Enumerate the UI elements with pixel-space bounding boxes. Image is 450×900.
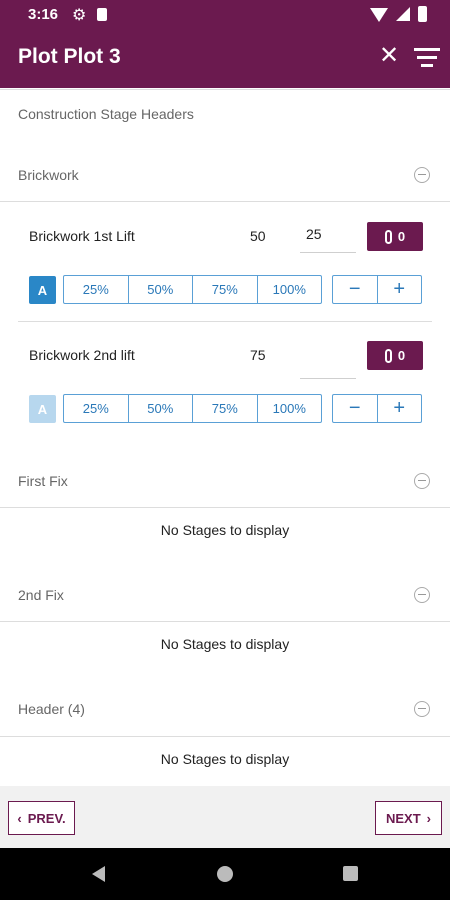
divider <box>0 621 450 622</box>
percent-75-button[interactable]: 75% <box>193 276 258 303</box>
chevron-left-icon: ‹ <box>17 810 22 826</box>
status-time: 3:16 <box>28 6 59 23</box>
collapse-icon[interactable] <box>414 701 430 717</box>
section-label: First Fix <box>18 473 68 489</box>
attachment-count: 0 <box>397 229 406 244</box>
close-icon[interactable]: ✕ <box>379 42 399 70</box>
divider <box>0 507 450 508</box>
filter-icon[interactable] <box>414 48 440 68</box>
stage-input[interactable] <box>300 345 356 379</box>
attachment-count: 0 <box>397 348 406 363</box>
percent-button-group: 25% 50% 75% 100% <box>63 394 322 423</box>
system-nav-bar <box>0 848 450 900</box>
decrement-button[interactable]: − <box>333 395 378 422</box>
collapse-icon[interactable] <box>414 167 430 183</box>
attachments-button[interactable]: 0 <box>367 341 423 370</box>
wifi-icon <box>370 8 388 22</box>
section-label: Brickwork <box>18 167 79 183</box>
divider <box>0 736 450 737</box>
auto-button[interactable]: A <box>29 276 56 304</box>
page-title: Plot Plot 3 <box>18 45 121 68</box>
section-label: 2nd Fix <box>18 587 64 603</box>
section-header-brickwork[interactable]: Brickwork <box>0 154 450 198</box>
divider <box>0 89 450 90</box>
section-header-header-4[interactable]: Header (4) <box>0 688 450 732</box>
stage-name-brickwork-1st-lift: Brickwork 1st Lift <box>29 228 135 244</box>
status-bar: 3:16 ⚙ <box>0 0 450 28</box>
paperclip-icon <box>384 229 392 244</box>
percent-100-button[interactable]: 100% <box>258 276 322 303</box>
footer-bar: ‹ PREV. NEXT › <box>0 786 450 848</box>
collapse-icon[interactable] <box>414 587 430 603</box>
increment-button[interactable]: + <box>378 395 422 422</box>
increment-button[interactable]: + <box>378 276 422 303</box>
next-button[interactable]: NEXT › <box>375 801 442 835</box>
back-icon[interactable] <box>92 866 105 882</box>
recents-icon[interactable] <box>343 866 358 881</box>
stage-input[interactable]: 25 <box>300 219 356 253</box>
signal-icon <box>396 7 410 21</box>
decrement-button[interactable]: − <box>333 276 378 303</box>
divider <box>18 321 432 322</box>
divider <box>0 201 450 202</box>
empty-message: No Stages to display <box>160 522 290 538</box>
section-header-2nd-fix[interactable]: 2nd Fix <box>0 574 450 618</box>
app-bar: Plot Plot 3 ✕ <box>0 28 450 88</box>
percent-25-button[interactable]: 25% <box>64 276 129 303</box>
empty-message: No Stages to display <box>160 751 290 767</box>
stage-name-brickwork-2nd-lift: Brickwork 2nd lift <box>29 347 135 363</box>
stage-value: 75 <box>250 347 266 363</box>
collapse-icon[interactable] <box>414 473 430 489</box>
stepper: − + <box>332 275 422 304</box>
auto-button[interactable]: A <box>29 395 56 423</box>
prev-button[interactable]: ‹ PREV. <box>8 801 75 835</box>
percent-50-button[interactable]: 50% <box>129 276 193 303</box>
section-label: Header (4) <box>18 701 85 717</box>
next-label: NEXT <box>385 810 421 826</box>
percent-100-button[interactable]: 100% <box>258 395 322 422</box>
chevron-right-icon: › <box>426 810 431 826</box>
sd-card-icon <box>97 8 107 21</box>
stepper: − + <box>332 394 422 423</box>
section-header-first-fix[interactable]: First Fix <box>0 460 450 504</box>
home-icon[interactable] <box>217 866 233 882</box>
prev-label: PREV. <box>27 810 66 826</box>
percent-25-button[interactable]: 25% <box>64 395 129 422</box>
gear-icon: ⚙ <box>72 7 87 24</box>
percent-75-button[interactable]: 75% <box>193 395 258 422</box>
empty-message: No Stages to display <box>160 636 290 652</box>
percent-50-button[interactable]: 50% <box>129 395 193 422</box>
stage-value: 50 <box>250 228 266 244</box>
attachments-button[interactable]: 0 <box>367 222 423 251</box>
percent-button-group: 25% 50% 75% 100% <box>63 275 322 304</box>
paperclip-icon <box>384 348 392 363</box>
battery-icon <box>418 6 427 22</box>
construction-stage-headers-label: Construction Stage Headers <box>18 106 194 122</box>
